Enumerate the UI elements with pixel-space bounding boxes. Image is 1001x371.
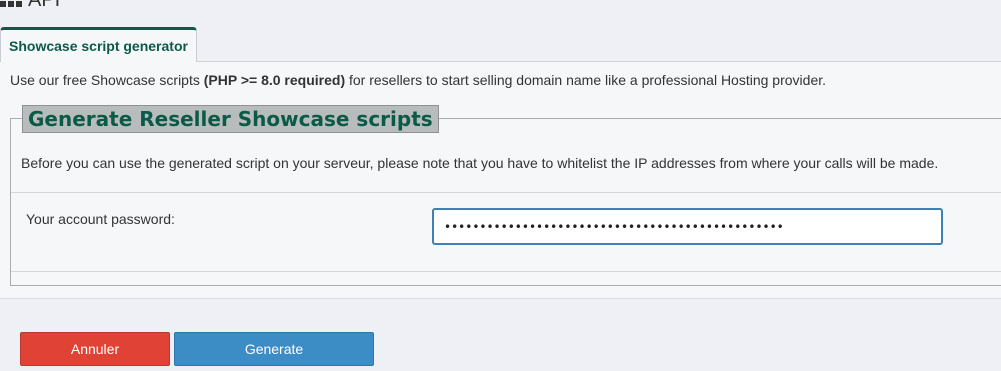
password-field[interactable] bbox=[432, 208, 943, 245]
intro-text-start: Use our free Showcase scripts bbox=[10, 72, 204, 88]
php-requirement: (PHP >= 8.0 required) bbox=[203, 72, 346, 88]
intro-text: Use our free Showcase scripts (PHP >= 8.… bbox=[10, 72, 826, 88]
grid-icon bbox=[0, 0, 22, 7]
divider bbox=[11, 271, 1001, 272]
password-label: Your account password: bbox=[26, 211, 175, 227]
divider bbox=[11, 192, 1001, 193]
tab-showcase-script-generator[interactable]: Showcase script generator bbox=[0, 27, 197, 62]
generate-fieldset: Generate Reseller Showcase scripts Befor… bbox=[10, 105, 1001, 286]
page-title-text: API bbox=[28, 0, 60, 12]
whitelist-note: Before you can use the generated script … bbox=[21, 155, 939, 171]
page-title: API bbox=[0, 0, 60, 12]
cancel-button[interactable]: Annuler bbox=[20, 332, 170, 366]
fieldset-legend: Generate Reseller Showcase scripts bbox=[22, 105, 439, 133]
intro-text-end: for resellers to start selling domain na… bbox=[345, 72, 827, 88]
generate-button[interactable]: Generate bbox=[174, 332, 374, 366]
tab-panel: Use our free Showcase scripts (PHP >= 8.… bbox=[0, 62, 1001, 299]
tab-bar: Showcase script generator bbox=[0, 27, 1001, 62]
